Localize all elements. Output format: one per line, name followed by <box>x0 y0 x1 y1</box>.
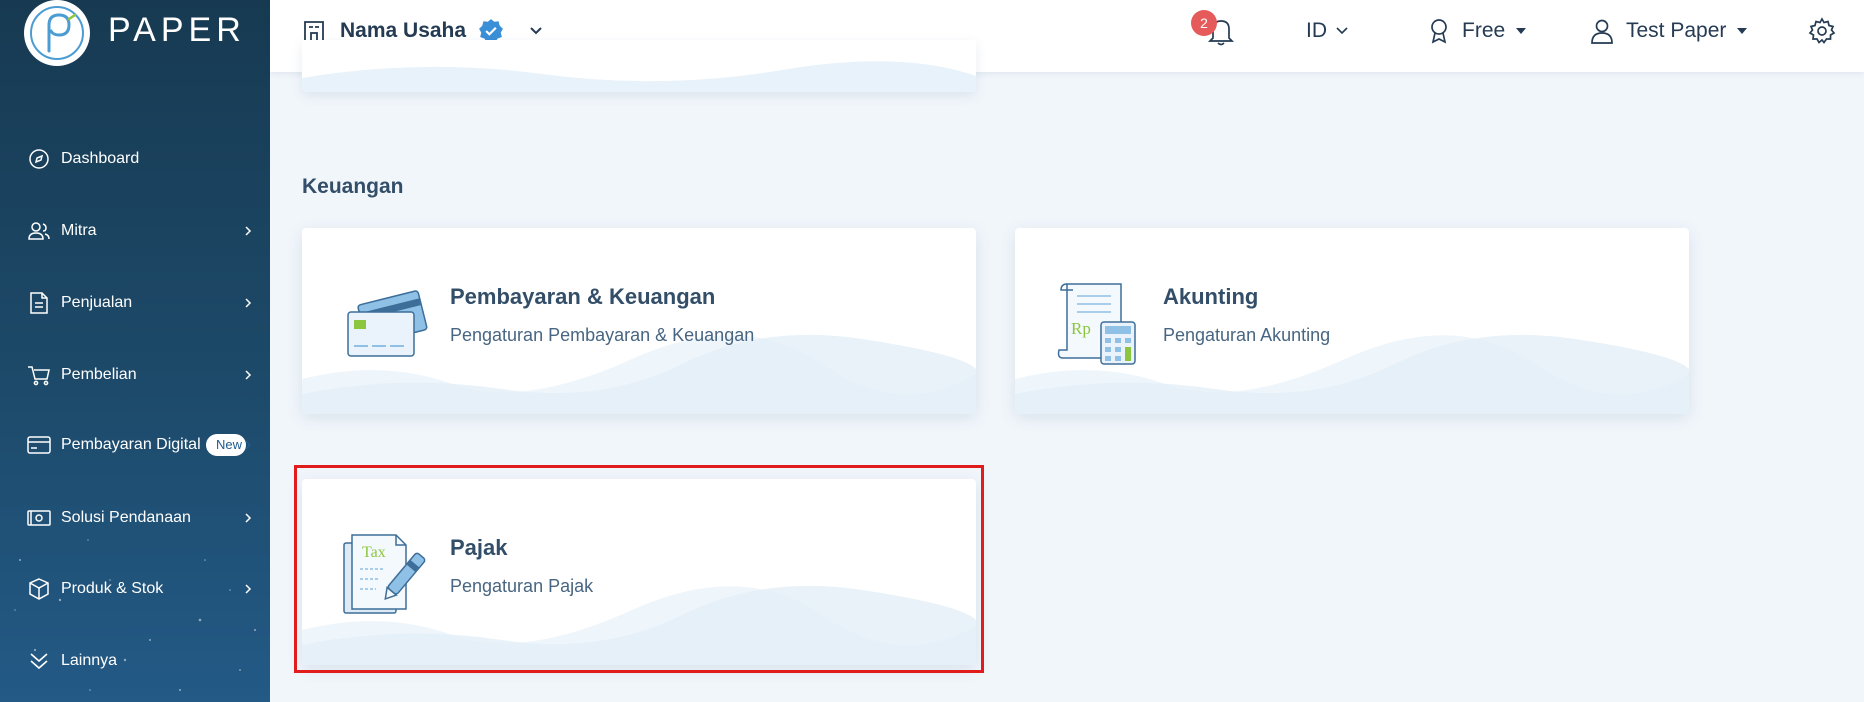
sidebar-item-pembelian[interactable]: Pembelian <box>26 355 254 395</box>
card-subtitle: Pengaturan Akunting <box>1163 325 1331 345</box>
sidebar-item-solusi-pendanaan[interactable]: Solusi Pendanaan <box>26 498 254 538</box>
app-logo[interactable]: PAPER <box>24 0 246 66</box>
users-icon <box>26 218 52 244</box>
notification-button[interactable]: 2 <box>1191 10 1236 48</box>
language-selector[interactable]: ID <box>1306 14 1349 48</box>
card-wave-decoration <box>302 61 976 92</box>
sidebar-item-label: Lainnya <box>61 652 118 669</box>
double-chevron-down-icon <box>26 648 52 674</box>
chevron-right-icon <box>245 440 252 450</box>
chevron-right-icon <box>245 370 252 380</box>
money-icon <box>26 505 52 531</box>
chevron-right-icon <box>245 584 252 594</box>
card-subtitle: Pengaturan Pembayaran & Keuangan <box>450 325 755 345</box>
document-icon <box>26 290 52 316</box>
chevron-down-icon <box>1336 27 1348 35</box>
sidebar-item-dashboard[interactable]: Dashboard <box>26 139 254 179</box>
logo-text: PAPER <box>108 10 246 49</box>
sidebar-item-label: Dashboard <box>61 150 140 167</box>
sidebar-item-label: Penjualan <box>61 294 133 311</box>
cart-icon <box>26 362 52 388</box>
box-icon <box>26 576 52 602</box>
card-title: Akunting <box>1163 284 1259 309</box>
caret-down-icon <box>1516 28 1527 34</box>
sidebar-item-label: Pembelian <box>61 366 137 383</box>
highlight-box <box>294 465 984 673</box>
sidebar: PAPER Dashboard Mitra Penjualan Pembelia… <box>0 0 270 702</box>
card-pembayaran-keuangan[interactable]: Pembayaran & Keuangan Pengaturan Pembaya… <box>302 228 976 414</box>
new-badge: New <box>206 434 246 456</box>
section-title-keuangan: Keuangan <box>302 175 404 198</box>
settings-button[interactable] <box>1808 14 1836 48</box>
sidebar-item-label: Solusi Pendanaan <box>61 509 191 526</box>
chevron-right-icon <box>245 513 252 523</box>
chevron-right-icon <box>245 226 252 236</box>
notification-count-badge: 2 <box>1191 10 1217 36</box>
plan-label: Free <box>1462 19 1506 42</box>
card-akunting[interactable]: Rp Akunting Pengaturan Akunting <box>1015 228 1689 414</box>
sidebar-item-label: Mitra <box>61 222 97 239</box>
caret-down-icon <box>1737 28 1748 34</box>
chevron-right-icon <box>245 298 252 308</box>
user-icon <box>1591 19 1613 44</box>
user-name: Test Paper <box>1626 19 1727 42</box>
icon-rp-text: Rp <box>1071 319 1091 338</box>
user-menu[interactable]: Test Paper <box>1590 14 1748 48</box>
paper-logo-icon <box>24 0 90 66</box>
sidebar-item-pembayaran-digital[interactable]: Pembayaran Digital New <box>26 425 254 465</box>
card-icon <box>26 432 52 458</box>
sidebar-item-label: Produk & Stok <box>61 580 164 597</box>
sidebar-item-produk-stok[interactable]: Produk & Stok <box>26 569 254 609</box>
award-icon <box>1431 19 1447 44</box>
sidebar-item-penjualan[interactable]: Penjualan <box>26 283 254 323</box>
compass-icon <box>26 146 52 172</box>
language-label: ID <box>1306 19 1327 42</box>
settings-card-partial[interactable] <box>302 40 976 92</box>
chevron-down-icon[interactable] <box>528 23 544 39</box>
gear-icon <box>1808 17 1836 44</box>
plan-selector[interactable]: Free <box>1428 14 1527 48</box>
sidebar-item-lainnya[interactable]: Lainnya <box>26 641 254 681</box>
ledger-calculator-icon: Rp <box>1057 283 1136 365</box>
credit-card-icon <box>347 290 428 357</box>
sidebar-item-mitra[interactable]: Mitra <box>26 211 254 251</box>
card-title: Pembayaran & Keuangan <box>450 284 716 309</box>
